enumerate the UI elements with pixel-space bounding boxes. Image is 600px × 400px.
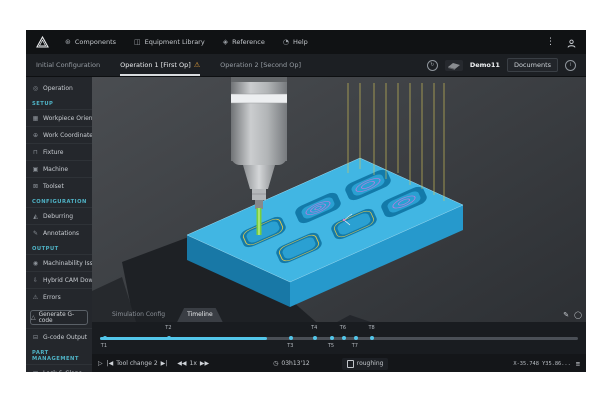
speed-label[interactable]: 1x xyxy=(190,360,197,367)
sidebar-item-hybrid-cam-downloads[interactable]: ⇩Hybrid CAM Downloads xyxy=(26,271,92,288)
play-button[interactable]: ▷ xyxy=(98,360,103,367)
timeline-tab-bar: Simulation Config Timeline xyxy=(92,305,586,322)
current-operation-label: roughing xyxy=(357,360,384,367)
visibility-circle-icon[interactable]: ◯ xyxy=(574,311,582,319)
sidebar-section-part-management: PART MANAGEMENT xyxy=(26,345,92,364)
app-logo-icon[interactable] xyxy=(36,36,49,48)
sidebar-section-output: OUTPUT xyxy=(26,241,92,254)
work-coordinate-system-icon: ⊕ xyxy=(32,132,39,139)
machine-icon: ▣ xyxy=(32,166,39,173)
tab-initial-configuration[interactable]: Initial Configuration xyxy=(36,54,100,76)
top-bar: ⊛Components ◫Equipment Library ◈Referenc… xyxy=(26,30,586,54)
sidebar-item-toolset[interactable]: ⊠Toolset xyxy=(26,177,92,194)
timeline-markers: T1 T2 T3 T4 T5 T6 T7 T8 xyxy=(100,322,578,354)
tabbar-right: ↻ Demo11 Documents i xyxy=(427,56,576,75)
nav-help[interactable]: ◔Help xyxy=(283,38,308,46)
operation-doc-icon xyxy=(347,360,354,368)
clock-icon: ◷ xyxy=(273,360,278,367)
deburring-icon: ◭ xyxy=(32,213,39,220)
kebab-menu-icon[interactable]: ⋮ xyxy=(546,38,555,47)
fixture-icon: ⊓ xyxy=(32,149,39,156)
sidebar-item-work-coordinate-system[interactable]: ⊕Work Coordinate System xyxy=(26,126,92,143)
tab-timeline[interactable]: Timeline xyxy=(177,308,223,322)
user-account-icon[interactable] xyxy=(567,33,576,52)
annotate-pencil-icon[interactable]: ✎ xyxy=(563,311,569,319)
info-icon[interactable]: i xyxy=(565,60,576,71)
sidebar-item-errors[interactable]: ⚠Errors xyxy=(26,288,92,305)
sidebar-item-fixture[interactable]: ⊓Fixture xyxy=(26,143,92,160)
sidebar-item-lock-clone[interactable]: ⊡Lock & Clone xyxy=(26,364,92,372)
topbar-right: ⋮ xyxy=(546,33,576,52)
prev-tool-change-button[interactable]: |◀ xyxy=(107,360,114,367)
rewind-button[interactable]: ◀◀ xyxy=(177,360,186,367)
generate-gcode-button[interactable]: △Generate G-code xyxy=(30,310,88,325)
documents-button[interactable]: Documents xyxy=(507,58,558,72)
sidebar: ◎Operation SETUP ▦Workpiece Orientation … xyxy=(26,77,92,372)
sidebar-item-machine[interactable]: ▣Machine xyxy=(26,160,92,177)
operation-icon: ◎ xyxy=(32,85,39,92)
annotations-icon: ✎ xyxy=(32,230,39,237)
next-tool-change-button[interactable]: ▶| xyxy=(161,360,168,367)
nav-components[interactable]: ⊛Components xyxy=(65,38,116,46)
generate-gcode-icon: △ xyxy=(31,314,36,321)
fast-forward-button[interactable]: ▶▶ xyxy=(200,360,209,367)
sync-view-icon[interactable]: ↻ xyxy=(427,60,438,71)
sidebar-section-setup: SETUP xyxy=(26,96,92,109)
tab-operation-1[interactable]: Operation 1 [First Op]⚠ xyxy=(120,54,200,76)
warning-triangle-icon: ⚠ xyxy=(194,61,200,69)
operation-tab-bar: Initial Configuration Operation 1 [First… xyxy=(26,54,586,77)
help-icon: ◔ xyxy=(283,38,289,46)
project-name: Demo11 xyxy=(470,61,500,69)
sidebar-section-configuration: CONFIGURATION xyxy=(26,194,92,207)
app-window: ⊛Components ◫Equipment Library ◈Referenc… xyxy=(26,30,586,372)
tool-coordinates: X-35.748 Y35.86... xyxy=(513,361,570,367)
sidebar-item-gcode-output[interactable]: ⊟G-code Output xyxy=(26,328,92,345)
lock-clone-icon: ⊡ xyxy=(32,370,39,373)
machinability-issues-icon: ◉ xyxy=(32,260,39,267)
sidebar-item-deburring[interactable]: ◭Deburring xyxy=(26,207,92,224)
nav-reference[interactable]: ◈Reference xyxy=(223,38,265,46)
components-icon: ⊛ xyxy=(65,38,71,46)
timeline-scrubber[interactable]: T1 T2 T3 T4 T5 T6 T7 T8 xyxy=(92,322,586,354)
nav-equipment-library[interactable]: ◫Equipment Library xyxy=(134,38,205,46)
tool-change-label: Tool change 2 xyxy=(116,360,157,367)
equipment-library-icon: ◫ xyxy=(134,38,141,46)
sidebar-item-operation[interactable]: ◎Operation xyxy=(26,80,92,96)
errors-icon: ⚠ xyxy=(32,294,39,301)
reference-icon: ◈ xyxy=(223,38,228,46)
tab-simulation-config[interactable]: Simulation Config xyxy=(102,308,175,322)
elapsed-time: 03h13'12 xyxy=(281,360,309,367)
tab-operation-2[interactable]: Operation 2 [Second Op] xyxy=(220,54,301,76)
hybrid-cam-downloads-icon: ⇩ xyxy=(32,277,39,284)
timeline-panel: Simulation Config Timeline T1 T2 T3 T4 T… xyxy=(92,305,586,372)
gcode-output-icon: ⊟ xyxy=(32,334,39,341)
viewport: ✎ ◯ Simulation Config Timeline T1 T2 T3 … xyxy=(92,77,586,372)
hamburger-menu-icon[interactable]: ≡ xyxy=(576,360,580,368)
viewport-tools: ✎ ◯ xyxy=(563,311,582,319)
toolset-icon: ⊠ xyxy=(32,183,39,190)
part-thumbnail[interactable] xyxy=(445,56,463,75)
current-operation-chip[interactable]: roughing xyxy=(342,358,389,370)
sidebar-item-workpiece-orientation[interactable]: ▦Workpiece Orientation xyxy=(26,109,92,126)
sidebar-item-annotations[interactable]: ✎Annotations xyxy=(26,224,92,241)
sidebar-item-machinability-issues[interactable]: ◉Machinability Issues xyxy=(26,254,92,271)
workpiece-orientation-icon: ▦ xyxy=(32,115,39,122)
main-nav: ⊛Components ◫Equipment Library ◈Referenc… xyxy=(65,38,308,46)
playback-controls: ▷ |◀ Tool change 2 ▶| ◀◀ 1x ▶▶ ◷ 03h13'1… xyxy=(92,354,586,372)
